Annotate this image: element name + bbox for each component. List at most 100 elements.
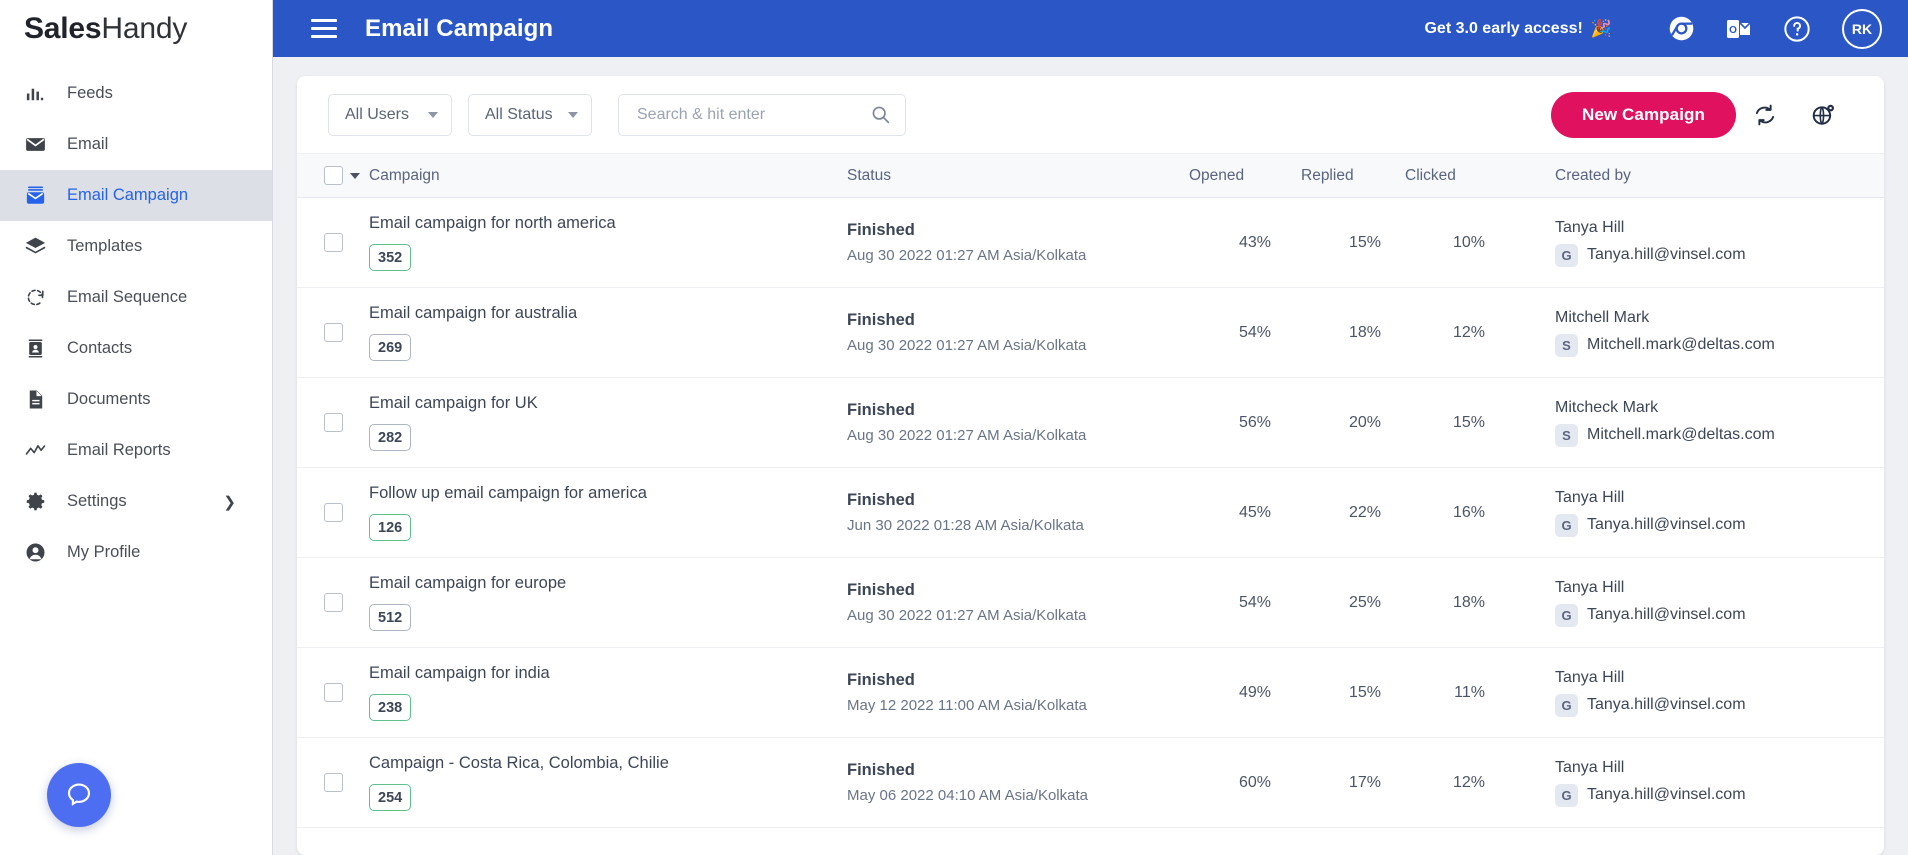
sidebar-item-email-sequence[interactable]: Email Sequence (0, 272, 272, 323)
row-checkbox[interactable] (324, 413, 343, 432)
row-checkbox[interactable] (324, 233, 343, 252)
new-campaign-button[interactable]: New Campaign (1551, 92, 1736, 138)
column-header-clicked[interactable]: Clicked (1381, 167, 1485, 185)
question-circle-icon (1783, 15, 1811, 43)
sidebar-item-settings[interactable]: Settings❯ (0, 476, 272, 527)
brand-logo[interactable]: SalesHandy (0, 0, 272, 57)
row-select-cell (297, 413, 369, 432)
users-filter-select[interactable]: All Users (328, 94, 452, 136)
early-access-link[interactable]: Get 3.0 early access! 🎉 (1424, 19, 1612, 39)
sidebar-item-email-reports[interactable]: Email Reports (0, 425, 272, 476)
user-avatar[interactable]: RK (1842, 9, 1882, 49)
column-header-campaign[interactable]: Campaign (369, 167, 847, 185)
creator-email: Tanya.hill@vinsel.com (1587, 516, 1746, 534)
sidebar-item-my-profile[interactable]: My Profile (0, 527, 272, 578)
campaign-cell: Email campaign for australia 269 (369, 304, 847, 361)
chrome-extension-icon[interactable] (1652, 9, 1710, 49)
provider-badge-icon: G (1555, 514, 1578, 537)
sidebar-item-label: Settings (67, 492, 127, 511)
sidebar-item-email[interactable]: Email (0, 119, 272, 170)
creator-email: Tanya.hill@vinsel.com (1587, 606, 1746, 624)
campaign-cell: Email campaign for north america 352 (369, 214, 847, 271)
sidebar-item-templates[interactable]: Templates (0, 221, 272, 272)
table-row[interactable]: Email campaign for europe 512 FinishedAug … (297, 558, 1884, 648)
sidebar-item-label: Feeds (67, 84, 113, 103)
help-icon[interactable] (1768, 9, 1826, 49)
table-row[interactable]: Email campaign for australia269FinishedA… (297, 288, 1884, 378)
select-all-checkbox[interactable] (324, 166, 343, 185)
row-checkbox[interactable] (324, 593, 343, 612)
recipient-count-badge[interactable]: 352 (369, 244, 411, 271)
column-header-created-by[interactable]: Created by (1485, 167, 1884, 185)
recipient-count-badge[interactable]: 254 (369, 784, 411, 811)
campaign-inbox-icon (24, 185, 50, 207)
created-by-cell: Tanya HillGTanya.hill@vinsel.com (1485, 219, 1884, 267)
search-input[interactable] (637, 106, 870, 124)
status-cell: FinishedJun 30 2022 01:28 AM Asia/Kolkat… (847, 491, 1167, 534)
sidebar-item-documents[interactable]: Documents (0, 374, 272, 425)
sidebar-item-label: Templates (67, 237, 142, 256)
table-row[interactable]: Email campaign for india238FinishedMay 1… (297, 648, 1884, 738)
search-icon[interactable] (870, 104, 891, 125)
document-icon (24, 388, 47, 411)
campaign-name[interactable]: Email campaign for india (369, 664, 835, 683)
creator-account: GTanya.hill@vinsel.com (1555, 784, 1884, 807)
table-row[interactable]: Follow up email campaign for america 126 F… (297, 468, 1884, 558)
creator-name: Mitcheck Mark (1555, 399, 1884, 417)
outlook-icon[interactable]: O (1710, 9, 1768, 49)
search-box[interactable] (618, 94, 906, 136)
creator-account: G Tanya.hill@vinsel.com (1555, 514, 1884, 537)
refresh-button[interactable] (1736, 93, 1794, 137)
row-checkbox[interactable] (324, 773, 343, 792)
replied-value: 22% (1271, 504, 1381, 522)
toolbar-actions: New Campaign (1551, 92, 1852, 138)
campaign-name[interactable]: Email campaign for UK (369, 394, 835, 413)
table-row[interactable]: Campaign - Costa Rica, Colombia, Chilie 2… (297, 738, 1884, 828)
recipient-count-badge[interactable]: 282 (369, 424, 411, 451)
campaign-name[interactable]: Email campaign for australia (369, 304, 835, 323)
creator-email: Mitchell.mark@deltas.com (1587, 426, 1775, 444)
main-area: Email Campaign Get 3.0 early access! 🎉 (273, 0, 1908, 855)
campaign-name[interactable]: Email campaign for europe (369, 574, 835, 593)
sidebar-item-contacts[interactable]: Contacts (0, 323, 272, 374)
sidebar-item-label: My Profile (67, 543, 140, 562)
opened-value: 56% (1167, 414, 1271, 432)
replied-value: 15% (1271, 234, 1381, 252)
layers-icon (24, 236, 50, 258)
status-cell: FinishedAug 30 2022 01:27 AM Asia/Kolkat… (847, 581, 1167, 624)
recipient-count-badge[interactable]: 238 (369, 694, 411, 721)
select-all-dropdown-icon[interactable] (350, 173, 360, 179)
bar-chart-icon (24, 82, 47, 105)
hamburger-menu-icon[interactable] (311, 19, 337, 38)
status-filter-select[interactable]: All Status (468, 94, 592, 136)
campaign-name[interactable]: Follow up email campaign for america (369, 484, 835, 503)
campaign-name[interactable]: Email campaign for north america (369, 214, 835, 233)
row-checkbox[interactable] (324, 323, 343, 342)
sidebar-item-email-campaign[interactable]: Email Campaign (0, 170, 272, 221)
provider-badge-icon: G (1555, 784, 1578, 807)
created-by-cell: Tanya HillGTanya.hill@vinsel.com (1485, 489, 1884, 537)
opened-value: 43% (1167, 234, 1271, 252)
column-header-status[interactable]: Status (847, 167, 1167, 185)
column-header-replied[interactable]: Replied (1271, 167, 1381, 185)
row-checkbox[interactable] (324, 503, 343, 522)
column-header-opened[interactable]: Opened (1167, 167, 1271, 185)
status-date: Aug 30 2022 01:27 AM Asia/Kolkata (847, 427, 1167, 444)
table-row[interactable]: Email campaign for north america352Finis… (297, 198, 1884, 288)
replied-value: 15% (1271, 684, 1381, 702)
recipient-count-badge[interactable]: 512 (369, 604, 411, 631)
global-settings-button[interactable] (1794, 93, 1852, 137)
row-checkbox[interactable] (324, 683, 343, 702)
status-label: Finished (847, 671, 1167, 690)
help-chat-button[interactable] (47, 763, 111, 827)
campaign-cell: Email campaign for europe 512 (369, 574, 847, 631)
top-bar-actions: Get 3.0 early access! 🎉 O (1424, 9, 1882, 49)
campaign-name[interactable]: Campaign - Costa Rica, Colombia, Chilie (369, 754, 835, 773)
status-cell: FinishedAug 30 2022 01:27 AM Asia/Kolkat… (847, 401, 1167, 444)
recipient-count-badge[interactable]: 269 (369, 334, 411, 361)
creator-account: GTanya.hill@vinsel.com (1555, 244, 1884, 267)
document-icon (24, 389, 50, 411)
table-row[interactable]: Email campaign for UK 282 FinishedAug 30 2… (297, 378, 1884, 468)
recipient-count-badge[interactable]: 126 (369, 514, 411, 541)
sidebar-item-feeds[interactable]: Feeds (0, 68, 272, 119)
